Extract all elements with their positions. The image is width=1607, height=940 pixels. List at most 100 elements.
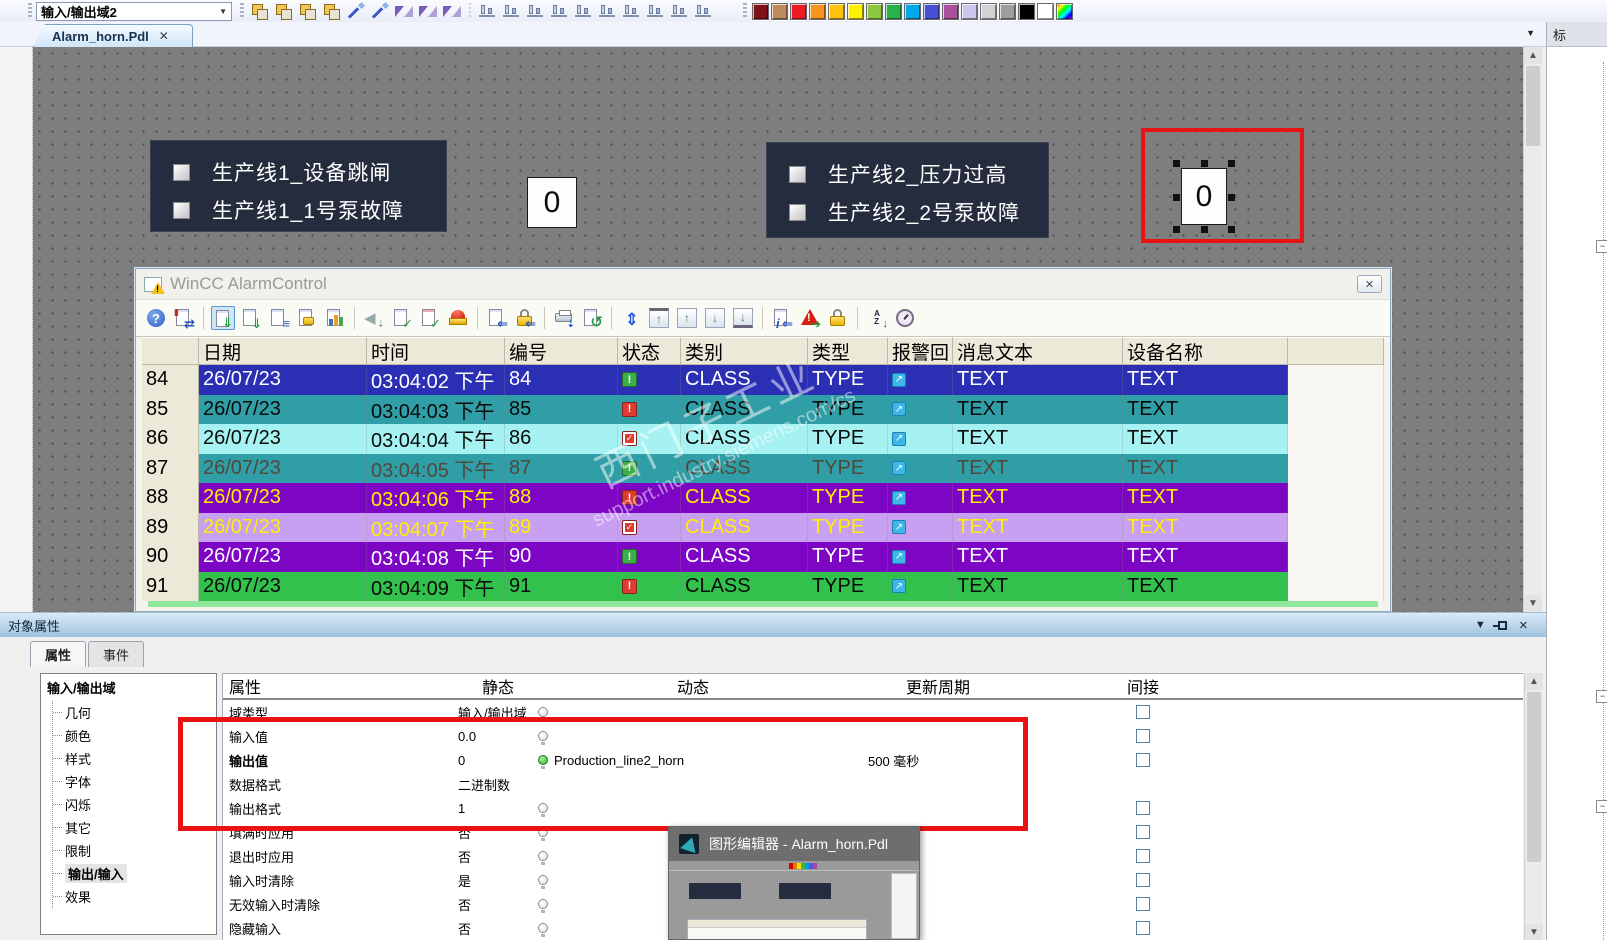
tree-item-几何[interactable]: 几何 (53, 701, 216, 724)
hide-messages-icon[interactable]: ➔ (798, 306, 822, 330)
property-row-输入值[interactable]: 输入值 0.0 (223, 724, 1523, 748)
layer-back-icon[interactable] (273, 1, 295, 21)
same-height-icon[interactable] (692, 1, 714, 21)
alarm-column-header[interactable]: 日期 (199, 337, 367, 365)
property-dynamic-cell[interactable]: Production_line2_horn (538, 753, 848, 769)
alarm-column-header[interactable]: 消息文本 (953, 337, 1123, 365)
alarm-column-header[interactable]: 状态 (618, 337, 681, 365)
panel-pin-icon[interactable] (1492, 620, 1507, 630)
layer-front-icon[interactable] (249, 1, 271, 21)
alarmcontrol-close-button[interactable]: ✕ (1357, 275, 1382, 293)
indirect-checkbox[interactable] (1136, 849, 1150, 863)
object-selector-combobox[interactable]: 输入/输出域2 ▼ (36, 1, 232, 21)
tree-item-颜色[interactable]: 颜色 (53, 724, 216, 747)
panel-close-icon[interactable]: ✕ (1519, 619, 1528, 632)
alarm-column-header[interactable]: 编号 (505, 337, 618, 365)
group-ack-icon[interactable]: ✓ (418, 306, 442, 330)
io-field-line1[interactable]: 0 (527, 177, 577, 228)
lock-list-icon[interactable] (295, 306, 319, 330)
update-archive-icon[interactable]: ⇓ (239, 306, 263, 330)
color-swatch-11[interactable] (961, 2, 978, 20)
tab-alarm-horn[interactable]: Alarm_horn.Pdl ✕ (33, 24, 193, 47)
selection-handle[interactable] (1173, 160, 1180, 167)
tab-close-icon[interactable]: ✕ (159, 29, 169, 43)
wand-icon[interactable] (345, 1, 367, 21)
wand-small-icon[interactable] (369, 1, 391, 21)
property-row-域类型[interactable]: 域类型 输入/输出域 (223, 700, 1523, 724)
info-dialog-icon[interactable]: i ⇐ (770, 306, 794, 330)
indirect-checkbox[interactable] (1136, 897, 1150, 911)
selection-handle[interactable] (1173, 226, 1180, 233)
thumbnail-editor-window[interactable]: 图形编辑器 - Alarm_horn.Pdl (668, 826, 920, 940)
alarm-column-header[interactable]: 类别 (681, 337, 808, 365)
tab-list-dropdown-icon[interactable]: ▼ (1526, 28, 1535, 38)
bulb-icon[interactable] (538, 827, 548, 841)
lock-messages-icon[interactable] (826, 306, 850, 330)
prev-message-icon[interactable]: ↑ (675, 306, 699, 330)
checkbox-icon[interactable] (789, 165, 806, 183)
properties-titlebar[interactable]: 对象属性 ▼ ✕ (0, 613, 1546, 637)
ack-comment-icon[interactable]: ↗ (892, 461, 906, 476)
design-canvas[interactable]: 生产线1_设备跳闸 生产线1_1号泵故障 0 生产线2_压力过高 生产线2_2号… (33, 47, 1523, 612)
property-dynamic-cell[interactable] (538, 731, 848, 745)
alarm-row-87[interactable]: 87 26/07/23 03:04:05 下午 87! CLASS TYPE ↗ TEXT TE… (142, 453, 1384, 483)
scrollbar-thumb[interactable] (1527, 692, 1541, 862)
property-static-value[interactable]: 0.0 (458, 729, 538, 744)
alarm-row-85[interactable]: 85 26/07/23 03:04:03 下午 85! CLASS TYPE ↗ TEXT TE… (142, 394, 1384, 424)
center-vertical-icon[interactable] (596, 1, 618, 21)
panel-dropdown-icon[interactable]: ▼ (1475, 619, 1486, 631)
color-swatch-3[interactable] (809, 2, 826, 20)
indirect-checkbox[interactable] (1136, 921, 1150, 935)
indirect-checkbox[interactable] (1136, 753, 1150, 767)
property-dynamic-cell[interactable] (538, 803, 848, 817)
alarm-group-line1[interactable]: 生产线1_设备跳闸 生产线1_1号泵故障 (150, 140, 447, 232)
tree-root-item[interactable]: 输入/输出域 (47, 678, 216, 701)
alarm-column-header[interactable] (1288, 337, 1384, 365)
selection-handle[interactable] (1173, 194, 1180, 201)
tree-item-输出/输入[interactable]: 输出/输入 (53, 862, 216, 885)
property-static-value[interactable]: 0 (458, 753, 538, 768)
alarm-table-header[interactable]: 日期 时间 编号 状态 类别 类型 报警回 消息文本 设备名称 (142, 337, 1384, 365)
property-static-value[interactable]: 否 (458, 823, 538, 842)
alarm-column-header[interactable]: 设备名称 (1123, 337, 1288, 365)
canvas-vertical-scrollbar[interactable]: ▲ ▼ (1523, 47, 1542, 612)
lock-dialog-icon[interactable]: ⇐ (513, 306, 537, 330)
tree-collapse-icon[interactable]: − (1596, 690, 1607, 703)
selection-handle[interactable] (1201, 226, 1208, 233)
update-start-icon[interactable]: ⇓ (211, 306, 235, 330)
color-swatch-1[interactable] (771, 2, 788, 20)
ack-comment-icon[interactable]: ↗ (892, 431, 906, 446)
align-bottom-icon[interactable] (548, 1, 570, 21)
align-right-icon[interactable] (500, 1, 522, 21)
color-swatch-9[interactable] (923, 2, 940, 20)
statistics-icon[interactable] (323, 306, 347, 330)
help-icon[interactable]: ? (144, 306, 168, 330)
center-horizontal-icon[interactable] (572, 1, 594, 21)
ack-comment-icon[interactable]: ↗ (892, 372, 906, 387)
tree-item-限制[interactable]: 限制 (53, 839, 216, 862)
ack-comment-icon[interactable]: ↗ (892, 402, 906, 417)
selection-dialog-icon[interactable]: ⇐ (485, 306, 509, 330)
tree-collapse-icon[interactable]: − (1596, 800, 1607, 813)
bulb-icon[interactable] (538, 875, 548, 889)
rotate-icon[interactable] (441, 1, 463, 21)
space-vertical-icon[interactable] (644, 1, 666, 21)
property-row-输出值[interactable]: 输出值 0 Production_line2_horn 500 毫秒 (223, 748, 1523, 772)
thumbnail-titlebar[interactable]: 图形编辑器 - Alarm_horn.Pdl (669, 827, 919, 861)
mirror-y-icon[interactable] (417, 1, 439, 21)
tree-collapse-icon[interactable]: − (1596, 240, 1607, 253)
tree-item-其它[interactable]: 其它 (53, 816, 216, 839)
sort-dialog-icon[interactable]: A Z ↓ (865, 306, 889, 330)
color-swatch-5[interactable] (847, 2, 864, 20)
tree-item-样式[interactable]: 样式 (53, 747, 216, 770)
alarm-row-90[interactable]: 90 26/07/23 03:04:08 下午 90! CLASS TYPE ↗ TEXT TE… (142, 542, 1384, 572)
selection-handle[interactable] (1201, 160, 1208, 167)
mirror-x-icon[interactable] (393, 1, 415, 21)
property-static-value[interactable]: 二进制数 (458, 775, 538, 794)
horn-mute-icon[interactable]: ◀ ⇣ (362, 306, 386, 330)
selection-handle[interactable] (1228, 160, 1235, 167)
tree-item-闪烁[interactable]: 闪烁 (53, 793, 216, 816)
next-message-icon[interactable]: ↓ (703, 306, 727, 330)
bulb-icon[interactable] (538, 851, 548, 865)
color-swatch-8[interactable] (904, 2, 921, 20)
